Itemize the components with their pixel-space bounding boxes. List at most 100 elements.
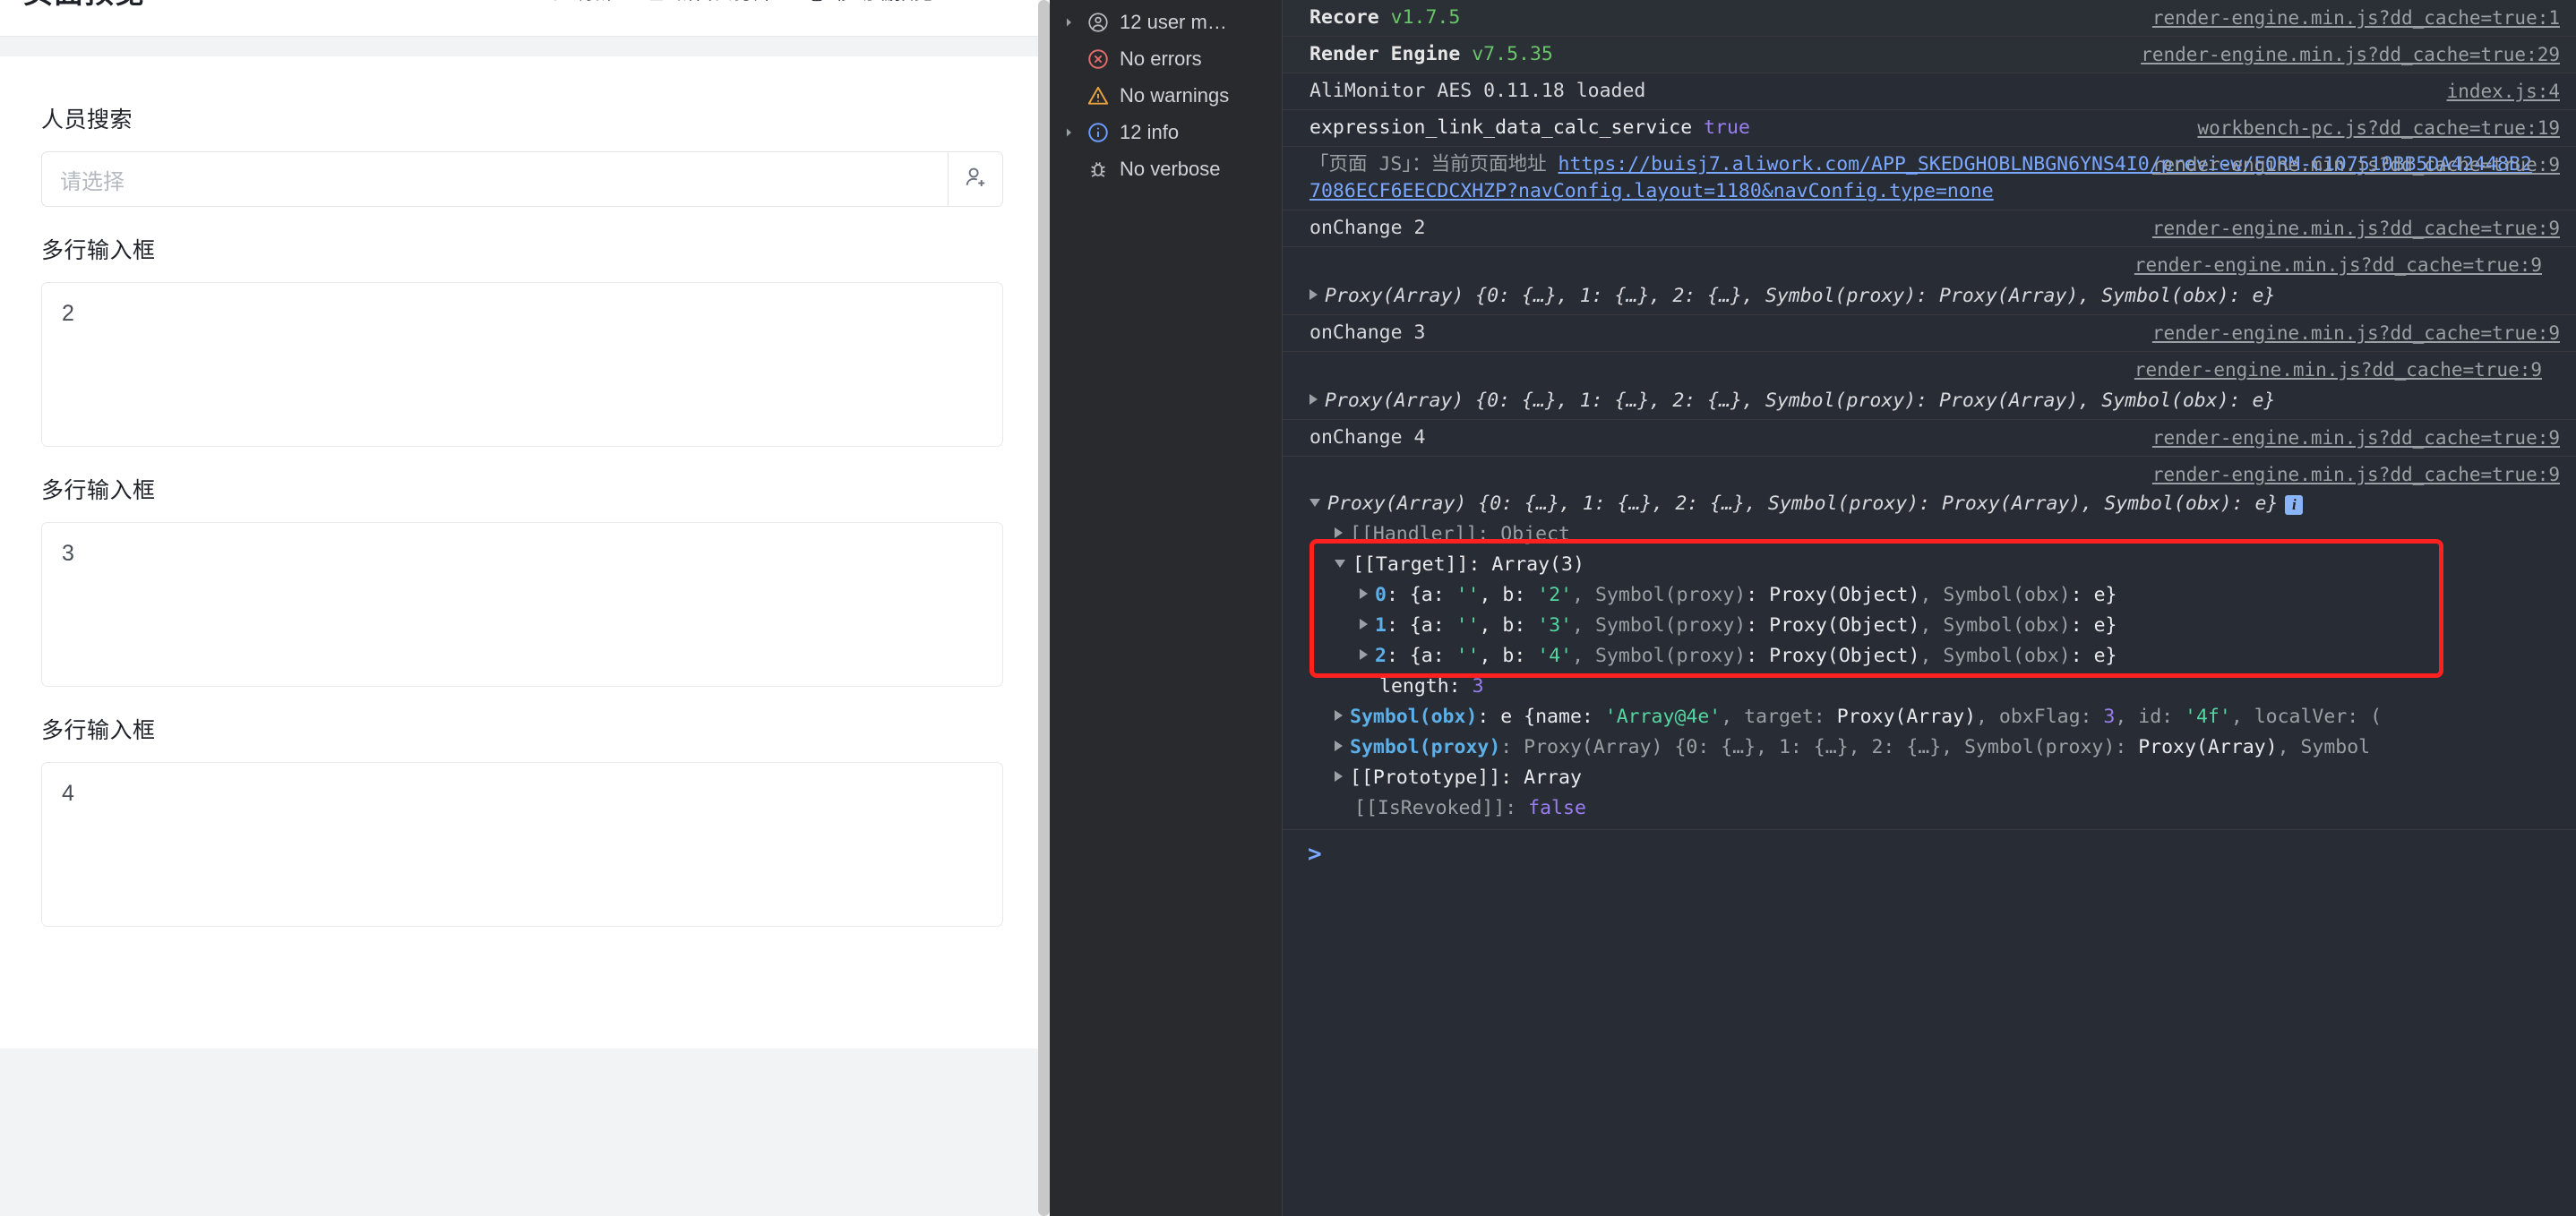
log-row[interactable]: Recore v1.7.5 render-engine.min.js?dd_ca… bbox=[1283, 0, 2576, 37]
isrevoked-row: [[IsRevoked]]: false bbox=[1283, 793, 2576, 824]
person-search-row: 请选择 bbox=[41, 151, 1003, 207]
target-line[interactable]: [[Target]]: Array(3) bbox=[1283, 550, 2576, 580]
handler-label: [[Handler]]: Object bbox=[1350, 523, 1570, 545]
log-source-link[interactable]: render-engine.min.js?dd_cache=true:9 bbox=[2134, 254, 2542, 276]
log-source-link[interactable]: workbench-pc.js?dd_cache=true:19 bbox=[2197, 115, 2560, 141]
onchange-3-text: onChange 3 bbox=[1309, 321, 1426, 344]
log-row[interactable]: expression_link_data_calc_service true w… bbox=[1283, 110, 2576, 147]
log-row-page-url[interactable]: 「页面 JS」：当前页面地址 https://buisj7.aliwork.co… bbox=[1283, 147, 2576, 210]
mobile-preview-button[interactable]: 移动端预览 bbox=[807, 0, 933, 5]
external-link-icon bbox=[647, 0, 666, 3]
sidebar-item-warnings[interactable]: No warnings bbox=[1050, 77, 1282, 114]
chevron-right-icon[interactable] bbox=[1062, 125, 1077, 140]
sidebar-item-errors[interactable]: No errors bbox=[1050, 40, 1282, 77]
sidebar-item-user-messages[interactable]: 12 user m… bbox=[1050, 4, 1282, 40]
target-item-row[interactable]: 0: {a: '', b: '2', Symbol(proxy): Proxy(… bbox=[1283, 580, 2576, 611]
symbol-obx-row[interactable]: Symbol(obx): e {name: 'Array@4e', target… bbox=[1283, 702, 2576, 732]
item-a-value: '' bbox=[1455, 614, 1480, 637]
preview-scrollbar-thumb[interactable] bbox=[1038, 0, 1050, 1216]
expand-triangle-icon[interactable] bbox=[1360, 588, 1368, 599]
symbol-proxy-row[interactable]: Symbol(proxy): Proxy(Array) {0: {…}, 1: … bbox=[1283, 732, 2576, 763]
expression-name: expression_link_data_calc_service bbox=[1309, 116, 1693, 139]
log-row[interactable]: Render Engine v7.5.35 render-engine.min.… bbox=[1283, 37, 2576, 73]
open-new-window-label: 新窗口打开 bbox=[674, 0, 773, 5]
alimonitor-text: AliMonitor AES 0.11.18 loaded bbox=[1309, 80, 1646, 102]
prototype-row[interactable]: [[Prototype]]: Array bbox=[1283, 763, 2576, 793]
field-textarea-2: 多行输入框 3 bbox=[41, 475, 1009, 687]
symbol-proxy-label: Symbol(proxy) bbox=[1350, 736, 1501, 758]
textarea-1-label: 多行输入框 bbox=[41, 238, 156, 263]
collapse-triangle-icon[interactable] bbox=[1309, 499, 1320, 507]
expression-value: true bbox=[1704, 116, 1750, 139]
log-source-link[interactable]: render-engine.min.js?dd_cache=true:9 bbox=[2152, 215, 2560, 242]
warning-icon bbox=[1086, 83, 1111, 108]
refresh-button[interactable]: 刷新 bbox=[545, 0, 613, 5]
sidebar-item-errors-label: No errors bbox=[1120, 47, 1202, 70]
sidebar-item-verbose[interactable]: No verbose bbox=[1050, 150, 1282, 187]
background-band bbox=[0, 37, 1050, 56]
log-source-link[interactable]: render-engine.min.js?dd_cache=true:9 bbox=[2134, 359, 2542, 381]
console-prompt[interactable]: > bbox=[1283, 830, 2576, 878]
expand-triangle-icon[interactable] bbox=[1335, 527, 1343, 538]
field-person-search: 人员搜索 请选择 bbox=[41, 105, 1009, 207]
log-source-link[interactable]: render-engine.min.js?dd_cache=true:29 bbox=[2141, 41, 2560, 68]
expand-triangle-icon[interactable] bbox=[1360, 619, 1368, 629]
symbol-obx-name: 'Array@4e' bbox=[1604, 706, 1722, 728]
target-item-row[interactable]: 2: {a: '', b: '4', Symbol(proxy): Proxy(… bbox=[1283, 641, 2576, 672]
log-source-link[interactable]: render-engine.min.js?dd_cache=true:9 bbox=[2152, 320, 2560, 347]
onchange-4-text: onChange 4 bbox=[1309, 426, 1426, 449]
bug-icon bbox=[1086, 157, 1111, 182]
log-source-link[interactable]: render-engine.min.js?dd_cache=true:9 bbox=[2152, 424, 2560, 451]
log-row[interactable]: onChange 2 render-engine.min.js?dd_cache… bbox=[1283, 210, 2576, 247]
log-row-proxy[interactable]: render-engine.min.js?dd_cache=true:9 Pro… bbox=[1283, 352, 2576, 420]
close-icon bbox=[1003, 0, 1026, 7]
sidebar-item-verbose-label: No verbose bbox=[1120, 157, 1221, 180]
target-label: [[Target]]: Array(3) bbox=[1352, 553, 1584, 576]
chevron-right-icon[interactable] bbox=[1062, 15, 1077, 30]
expand-triangle-icon[interactable] bbox=[1309, 394, 1318, 405]
info-icon bbox=[1086, 120, 1111, 145]
expand-triangle-icon[interactable] bbox=[1335, 710, 1343, 721]
open-new-window-button[interactable]: 新窗口打开 bbox=[647, 0, 773, 5]
log-row-proxy[interactable]: render-engine.min.js?dd_cache=true:9 Pro… bbox=[1283, 247, 2576, 315]
expand-triangle-icon[interactable] bbox=[1360, 649, 1368, 660]
close-button[interactable] bbox=[1003, 0, 1026, 7]
person-search-input[interactable]: 请选择 bbox=[41, 151, 948, 207]
log-row[interactable]: onChange 4 render-engine.min.js?dd_cache… bbox=[1283, 420, 2576, 457]
textarea-2-label: 多行输入框 bbox=[41, 478, 156, 503]
add-person-button[interactable] bbox=[948, 151, 1003, 207]
field-textarea-1: 多行输入框 2 bbox=[41, 235, 1009, 447]
textarea-2-input[interactable]: 3 bbox=[41, 522, 1003, 687]
pagejs-prefix: 「页面 JS」：当前页面地址 bbox=[1309, 153, 1547, 176]
expand-triangle-icon[interactable] bbox=[1335, 741, 1343, 751]
textarea-1-input[interactable]: 2 bbox=[41, 282, 1003, 447]
textarea-3-label: 多行输入框 bbox=[41, 718, 156, 743]
symbol-obx-id: '4f' bbox=[2185, 706, 2231, 728]
preview-scrollbar[interactable] bbox=[1038, 0, 1050, 1216]
console-log-area[interactable]: Recore v1.7.5 render-engine.min.js?dd_ca… bbox=[1283, 0, 2576, 1216]
log-row[interactable]: onChange 3 render-engine.min.js?dd_cache… bbox=[1283, 315, 2576, 352]
proxy-array-summary: Proxy(Array) {0: {…}, 1: {…}, 2: {…}, Sy… bbox=[1327, 492, 2279, 515]
log-row-proxy-expanded[interactable]: render-engine.min.js?dd_cache=true:9 bbox=[1283, 457, 2576, 489]
collapse-triangle-icon[interactable] bbox=[1335, 560, 1345, 568]
sidebar-item-info[interactable]: 12 info bbox=[1050, 114, 1282, 150]
handler-line[interactable]: [[Handler]]: Object bbox=[1283, 519, 2576, 550]
error-icon bbox=[1086, 47, 1111, 72]
log-source-link[interactable]: render-engine.min.js?dd_cache=true:9 bbox=[2152, 151, 2560, 178]
item-index: 0 bbox=[1375, 584, 1387, 606]
target-item-row[interactable]: 1: {a: '', b: '3', Symbol(proxy): Proxy(… bbox=[1283, 611, 2576, 641]
log-row[interactable]: AliMonitor AES 0.11.18 loaded index.js:4 bbox=[1283, 73, 2576, 110]
info-badge-icon[interactable]: i bbox=[2285, 495, 2304, 515]
sidebar-item-warnings-label: No warnings bbox=[1120, 83, 1230, 107]
expand-triangle-icon[interactable] bbox=[1335, 771, 1343, 782]
refresh-label: 刷新 bbox=[573, 0, 613, 5]
log-source-link[interactable]: index.js:4 bbox=[2447, 78, 2560, 105]
log-source-link[interactable]: render-engine.min.js?dd_cache=true:9 bbox=[2152, 464, 2560, 485]
console-sidebar: 12 user m… No errors No warnings 12 info… bbox=[1050, 0, 1283, 1216]
textarea-3-input[interactable]: 4 bbox=[41, 762, 1003, 927]
recore-version: v1.7.5 bbox=[1390, 6, 1461, 29]
log-source-link[interactable]: render-engine.min.js?dd_cache=true:1 bbox=[2152, 4, 2560, 31]
item-b-value: '3' bbox=[1537, 614, 1573, 637]
proxy-array-header[interactable]: Proxy(Array) {0: {…}, 1: {…}, 2: {…}, Sy… bbox=[1283, 489, 2576, 519]
expand-triangle-icon[interactable] bbox=[1309, 289, 1318, 300]
